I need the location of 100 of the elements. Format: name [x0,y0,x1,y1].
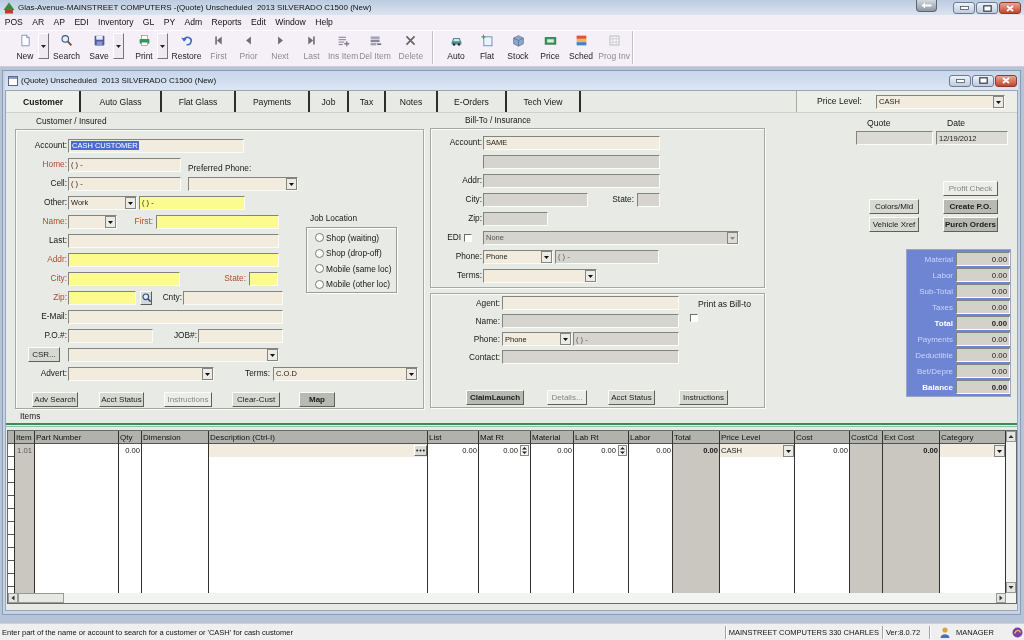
form-label: Terms: [245,368,270,379]
push-button[interactable]: Vehicle Xref [869,217,919,232]
push-button[interactable]: CSR... [28,347,60,362]
toolbar-button[interactable]: New [12,32,38,63]
maximize-button[interactable] [976,2,998,14]
menu-item[interactable]: AR [27,16,49,29]
dropdown[interactable] [68,366,214,381]
close-button[interactable] [995,74,1017,87]
text-field[interactable] [68,233,279,248]
text-field[interactable] [68,252,279,267]
search-button[interactable] [140,290,152,305]
total-label: Total [934,318,953,328]
radio-option[interactable]: Shop (drop-off) [315,245,396,261]
radio-option[interactable]: Mobile (other loc) [315,276,396,292]
push-button[interactable]: Instructions [679,390,728,405]
toolbar-button[interactable]: Sched [569,32,594,63]
text-field[interactable] [156,214,279,229]
menu-item[interactable]: Adm [179,16,207,29]
toolbar-button[interactable]: Search [51,32,82,63]
push-button[interactable]: Clear-Cust [232,392,280,407]
toolbar-button[interactable]: Flat [478,32,496,63]
window-icon [8,75,18,86]
text-field[interactable] [68,328,153,343]
menu-item[interactable]: Inventory [93,16,139,29]
radio-option[interactable]: Shop (waiting) [315,230,396,246]
text-field[interactable] [68,309,283,324]
push-button[interactable]: Acct Status [99,392,144,407]
push-button[interactable]: Purch Orders [943,217,998,232]
menu-arrow-button[interactable] [113,33,124,59]
tab[interactable]: Auto Glass [81,91,162,112]
menu-item[interactable]: POS [0,16,28,29]
vertical-scrollbar[interactable] [1006,431,1016,593]
tab[interactable]: Customer [7,91,81,112]
toolbar-button[interactable]: Restore [171,32,202,63]
radio-option[interactable]: Mobile (same loc) [315,261,396,277]
push-button[interactable]: Colors/Mld [869,199,919,214]
menu-item[interactable]: PY [159,16,180,29]
tab[interactable]: Flat Glass [162,91,236,112]
menu-item[interactable]: EDI [69,16,94,29]
form-label: Preferred Phone: [188,163,252,174]
menu-item[interactable]: Edit [246,16,271,29]
tab[interactable]: Tech View [507,91,581,112]
push-button[interactable]: ClaimLaunch [466,390,524,405]
push-button[interactable]: Adv Search [32,392,78,407]
dropdown[interactable] [68,214,117,229]
push-button[interactable]: Acct Status [608,390,655,405]
app-logo-icon [3,1,15,14]
form-label: Last: [49,235,67,246]
minimize-button[interactable] [949,74,971,87]
maximize-button[interactable] [972,74,994,87]
menu-item[interactable]: GL [138,16,159,29]
toolbar-button[interactable]: Stock [506,32,530,63]
toolbar-button[interactable]: Price [539,32,561,63]
tab[interactable]: Job [310,91,349,112]
menu-item[interactable]: Reports [206,16,247,29]
dropdown[interactable] [483,268,597,283]
arrow-button[interactable] [916,0,937,12]
tab[interactable]: Payments [236,91,310,112]
checkbox[interactable] [690,314,698,322]
total-label: Material [924,254,953,264]
menu-item[interactable]: AP [48,16,70,29]
browse-button[interactable] [414,445,427,456]
toolbar-button[interactable]: Save [88,32,110,63]
tab[interactable]: Notes [386,91,438,112]
text-field[interactable] [502,296,679,310]
horizontal-scrollbar[interactable] [8,593,1016,603]
menu-arrow-button[interactable] [157,33,168,59]
input-field[interactable] [209,444,427,457]
close-button[interactable] [999,2,1021,14]
column-header: Qty [119,431,141,444]
toolbar-button[interactable]: Print [133,32,155,63]
text-field[interactable] [856,131,933,145]
push-button[interactable]: Create P.O. [943,199,998,214]
text-field[interactable] [198,328,283,343]
menu-item[interactable]: Window [270,16,311,29]
close-icon [1006,4,1014,12]
column-header: Item [15,431,34,444]
form-label: City: [50,273,67,284]
form-label: Phone: [455,251,482,262]
text-field[interactable] [68,271,180,286]
minimize-icon [959,6,969,10]
form-label: Name: [475,315,500,327]
checkbox[interactable] [464,233,472,242]
text-field[interactable] [249,271,278,286]
color-stripes-icon [574,34,588,47]
minimize-button[interactable] [953,2,975,14]
dropdown[interactable] [68,347,279,362]
tab[interactable]: Tax [349,91,386,112]
dropdown[interactable] [940,444,1005,457]
form-label: P.O.#: [44,330,67,341]
menu-item[interactable]: Help [310,16,338,29]
push-button[interactable]: Map [299,392,335,407]
dropdown[interactable] [188,176,298,191]
text-field[interactable] [183,290,283,305]
text-field[interactable] [68,290,136,305]
column-header: Total [673,431,719,444]
menu-arrow-button[interactable] [38,33,49,59]
section-title: Customer / Insured [36,115,107,127]
tab[interactable]: E-Orders [438,91,507,112]
toolbar-button[interactable]: Auto [445,32,467,63]
